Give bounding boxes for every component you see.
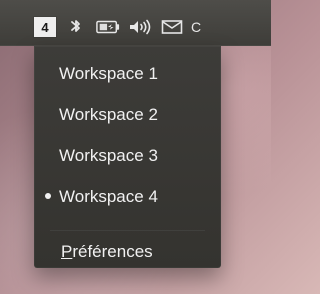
panel-cut-text: C	[191, 19, 202, 35]
selected-bullet-icon	[45, 193, 51, 199]
menu-item-workspace-4[interactable]: Workspace 4	[34, 180, 221, 214]
mail-icon[interactable]	[160, 17, 184, 37]
workspace-3-label: Workspace 3	[59, 146, 158, 165]
preferences-label: Préférences	[61, 235, 153, 269]
volume-icon[interactable]	[128, 17, 152, 37]
menu-separator	[50, 230, 205, 231]
menu-item-workspace-1[interactable]: Workspace 1	[34, 57, 221, 91]
workspace-menu: Workspace 1 Workspace 2 Workspace 3 Work…	[34, 46, 221, 268]
bluetooth-icon[interactable]	[64, 17, 88, 37]
workspace-indicator[interactable]: 4	[34, 17, 56, 37]
indicator-row: 4 C	[34, 16, 271, 38]
battery-icon[interactable]	[96, 17, 120, 37]
menu-item-workspace-3[interactable]: Workspace 3	[34, 139, 221, 173]
workspace-4-label: Workspace 4	[59, 187, 158, 206]
top-panel: 4 C	[0, 0, 271, 46]
preferences-menu-item[interactable]: Préférences	[34, 235, 221, 269]
menu-item-workspace-2[interactable]: Workspace 2	[34, 98, 221, 132]
workspace-2-label: Workspace 2	[59, 105, 158, 124]
preferences-mnemonic: P	[61, 242, 73, 261]
workspace-1-label: Workspace 1	[59, 64, 158, 83]
preferences-text: références	[72, 242, 153, 261]
